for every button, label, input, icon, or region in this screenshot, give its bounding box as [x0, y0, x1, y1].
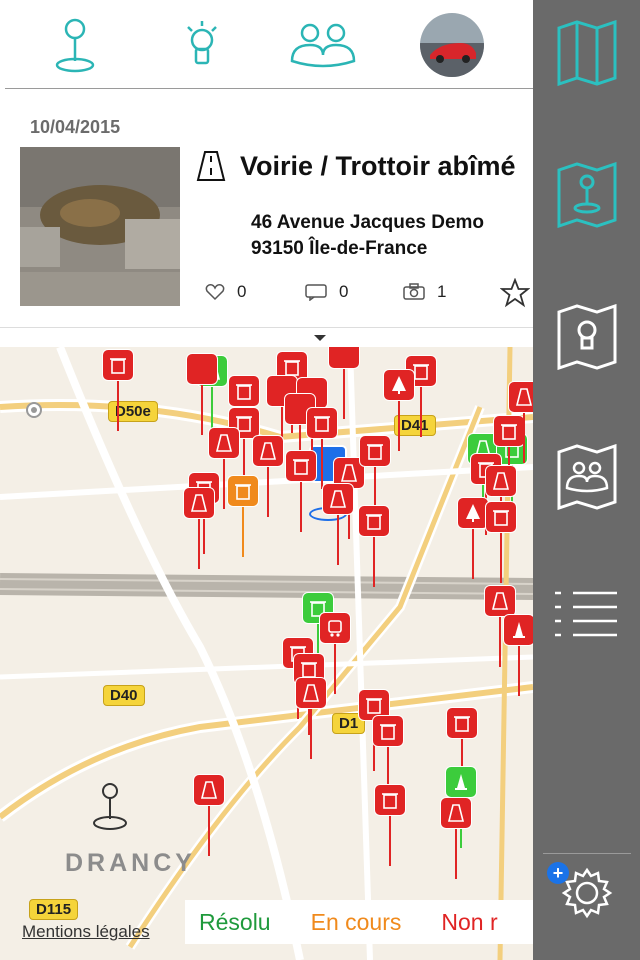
comments-stat[interactable]: 0 — [305, 282, 348, 302]
star-icon[interactable] — [500, 278, 530, 308]
lightbulb-icon — [187, 21, 217, 65]
map-marker-red[interactable] — [183, 487, 215, 569]
map-marker-red[interactable] — [295, 677, 327, 759]
tab-profile[interactable] — [417, 10, 487, 80]
comment-icon — [305, 284, 327, 301]
side-list-button[interactable] — [555, 580, 619, 650]
map-pin-icon — [557, 162, 617, 228]
map-marker-red[interactable] — [193, 774, 225, 856]
tab-map-pin[interactable] — [40, 10, 110, 80]
map-marker-red[interactable] — [508, 381, 533, 463]
avatar-icon — [420, 13, 484, 77]
map-icon — [557, 20, 617, 86]
legend-in-progress[interactable]: En cours — [311, 909, 402, 936]
legend-not-resolved[interactable]: Non r — [441, 909, 497, 936]
side-map-button[interactable] — [555, 18, 619, 88]
road-icon — [196, 151, 226, 181]
side-report-map-button[interactable] — [555, 160, 619, 230]
likes-count: 0 — [237, 282, 247, 301]
map-pin-icon — [93, 783, 127, 830]
map-marker-red[interactable] — [358, 505, 390, 587]
photos-stat[interactable]: 1 — [403, 282, 446, 302]
tab-community[interactable] — [288, 10, 358, 80]
place-label-drancy: Drancy — [65, 849, 196, 877]
map-marker-red[interactable] — [322, 483, 354, 565]
sidebar-divider — [543, 853, 631, 854]
legal-mentions-link[interactable]: Mentions légales — [22, 922, 150, 942]
side-menu — [533, 0, 640, 960]
map-view[interactable]: D50e D41 D40 D115 D1 Drancy — [0, 347, 533, 960]
road-label-d40: D40 — [103, 685, 145, 706]
report-title: Voirie / Trottoir abîmé — [240, 151, 516, 181]
people-icon — [290, 23, 356, 68]
card-divider — [0, 327, 533, 328]
tab-ideas[interactable] — [167, 10, 237, 80]
map-marker-red[interactable] — [102, 349, 134, 431]
avatar — [420, 13, 484, 77]
collapse-arrow-icon[interactable] — [312, 333, 328, 343]
map-marker-red[interactable] — [440, 797, 472, 879]
heart-icon — [205, 284, 225, 301]
list-icon — [555, 591, 617, 637]
report-date: 10/04/2015 — [30, 117, 121, 137]
road-label-d115: D115 — [29, 899, 79, 920]
add-report-plus-icon[interactable]: + — [547, 862, 569, 884]
people-map-icon — [557, 444, 617, 510]
map-marker-red[interactable] — [374, 784, 406, 866]
report-address-line1: 46 Avenue Jacques Demo — [251, 212, 485, 233]
pin-icon — [55, 18, 95, 73]
map-marker-red[interactable] — [285, 450, 317, 532]
side-ideas-map-button[interactable] — [555, 302, 619, 372]
map-marker-red[interactable] — [186, 353, 218, 435]
map-marker-orange[interactable] — [227, 475, 259, 557]
top-tab-bar — [0, 0, 533, 88]
lightbulb-map-icon — [557, 304, 617, 370]
report-photo[interactable] — [20, 147, 180, 306]
report-address-line2: 93150 Île-de-France — [251, 238, 428, 259]
camera-icon — [403, 283, 425, 300]
map-marker-red[interactable] — [503, 614, 533, 696]
side-community-map-button[interactable] — [555, 442, 619, 512]
likes-stat[interactable]: 0 — [205, 282, 246, 302]
status-legend: Résolu En cours Non r — [185, 900, 533, 944]
map-marker-red[interactable] — [485, 501, 517, 583]
photos-count: 1 — [437, 282, 447, 301]
legend-resolved[interactable]: Résolu — [199, 909, 271, 936]
comments-count: 0 — [339, 282, 349, 301]
